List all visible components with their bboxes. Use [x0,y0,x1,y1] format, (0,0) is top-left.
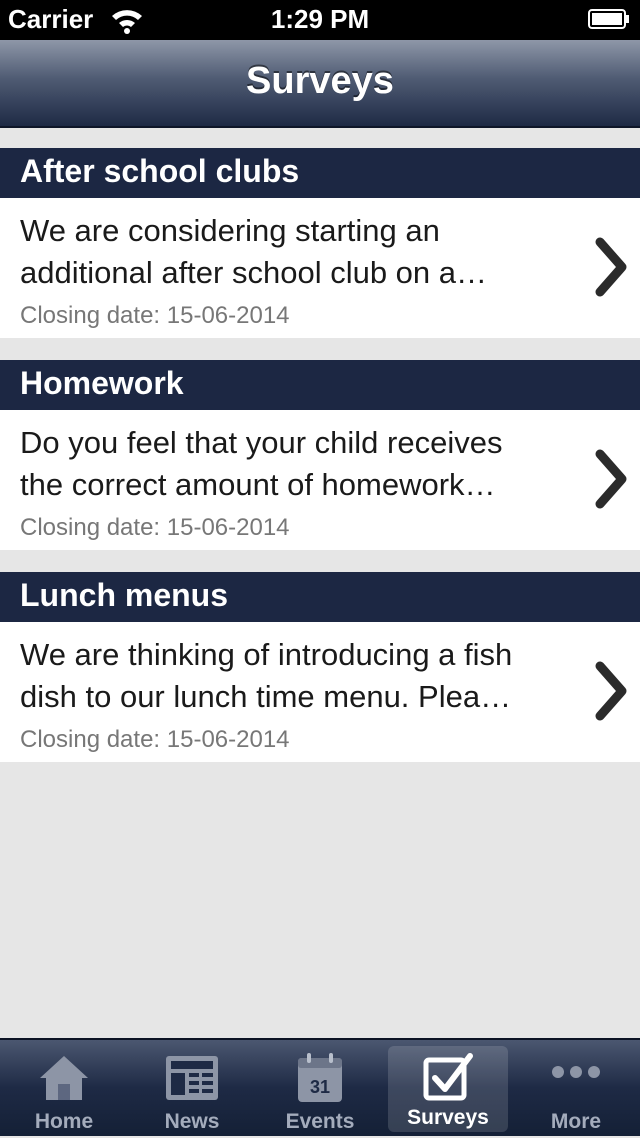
news-icon [166,1056,218,1100]
survey-closing-date: Closing date: 15-06-2014 [20,726,290,753]
survey-row[interactable]: We are thinking of introducing a fish di… [0,622,640,762]
survey-item-homework: Homework Do you feel that your child rec… [0,360,640,550]
survey-description: We are thinking of introducing a fish di… [20,637,513,714]
survey-closing-date: Closing date: 15-06-2014 [20,514,290,541]
home-icon [40,1056,88,1100]
survey-row[interactable]: We are considering starting an additiona… [0,198,640,338]
tab-label: Home [34,1110,94,1133]
chevron-right-icon [595,237,627,297]
survey-item-lunch-menus: Lunch menus We are thinking of introduci… [0,572,640,762]
tab-surveys[interactable]: Surveys [388,1046,508,1132]
checkbox-icon [423,1053,473,1101]
battery-icon [588,9,629,29]
tab-more[interactable]: More [512,1040,640,1138]
survey-title: After school clubs [0,148,640,198]
more-dots-icon [552,1066,600,1078]
tab-bar: Home News 31 Events Surveys More [0,1038,640,1136]
tab-label: Surveys [407,1106,489,1129]
calendar-icon: 31 [298,1053,342,1102]
chevron-right-icon [595,449,627,509]
survey-row[interactable]: Do you feel that your child receives the… [0,410,640,550]
tab-news[interactable]: News [128,1040,256,1138]
status-time: 1:29 PM [270,4,370,34]
survey-item-after-school-clubs: After school clubs We are considering st… [0,148,640,338]
survey-description: Do you feel that your child receives the… [20,425,503,502]
navigation-bar: Surveys [0,40,640,128]
status-bar: Carrier 1:29 PM [0,0,640,40]
survey-title: Lunch menus [0,572,640,622]
survey-title: Homework [0,360,640,410]
tab-label: More [550,1110,602,1133]
tab-home[interactable]: Home [0,1040,128,1138]
tab-label: Events [285,1110,355,1133]
tab-label: News [164,1110,220,1133]
survey-closing-date: Closing date: 15-06-2014 [20,302,290,329]
calendar-day-number: 31 [310,1077,330,1097]
survey-list: After school clubs We are considering st… [0,130,640,762]
survey-description: We are considering starting an additiona… [20,213,488,290]
chevron-right-icon [595,661,627,721]
page-title: Surveys [246,60,394,102]
tab-events[interactable]: 31 Events [256,1040,384,1138]
